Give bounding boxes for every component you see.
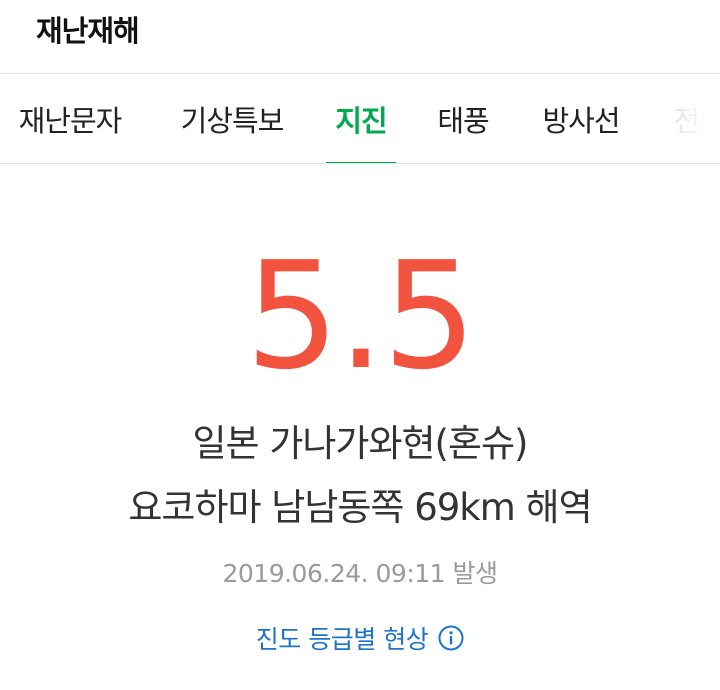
tab-weather-warning[interactable]: 기상특보 — [162, 74, 302, 163]
tab-earthquake[interactable]: 지진 — [326, 74, 396, 163]
intensity-link-label: 진도 등급별 현상 — [255, 625, 429, 654]
tab-power[interactable]: 전력 — [664, 74, 720, 163]
app-header: 재난재해 — [0, 0, 720, 74]
earthquake-magnitude: 5.5 — [245, 230, 476, 402]
page-title: 재난재해 — [36, 14, 140, 48]
category-tabs: 재난문자 기상특보 지진 태풍 방사선 전력 — [0, 74, 720, 164]
tab-disaster-message[interactable]: 재난문자 — [0, 74, 140, 163]
tab-typhoon[interactable]: 태풍 — [428, 74, 498, 163]
earthquake-timestamp: 2019.06.24. 09:11 발생 — [222, 559, 498, 588]
tab-radiation[interactable]: 방사선 — [530, 74, 632, 163]
earthquake-location: 일본 가나가와현(혼슈) 요코하마 남남동쪽 69km 해역 — [0, 412, 720, 540]
info-icon — [438, 625, 464, 651]
location-line-1: 일본 가나가와현(혼슈) — [192, 422, 529, 465]
location-line-2: 요코하마 남남동쪽 69km 해역 — [128, 486, 592, 529]
intensity-info-link[interactable]: 진도 등급별 현상 — [0, 620, 720, 656]
